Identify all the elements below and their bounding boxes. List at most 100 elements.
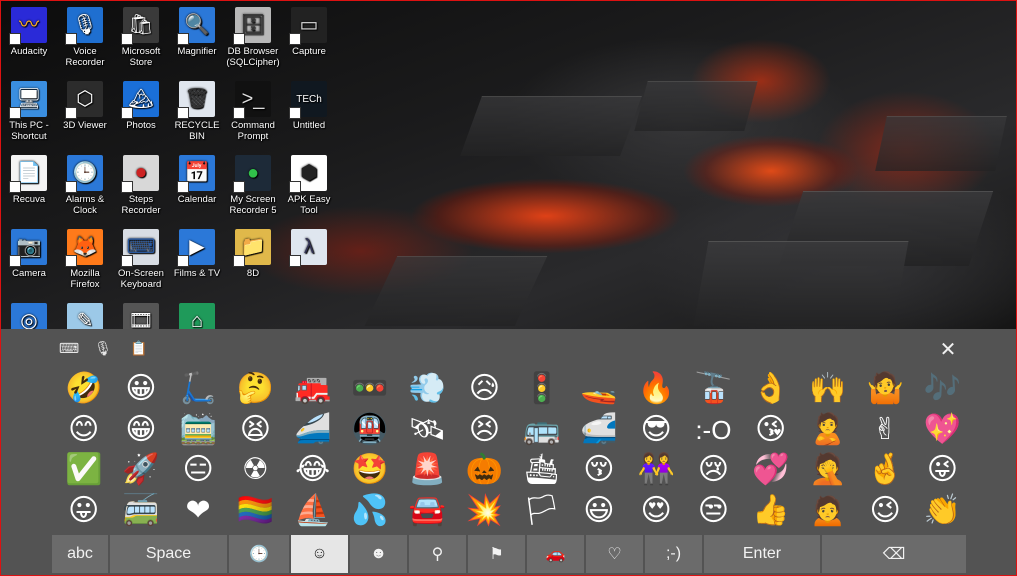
close-icon[interactable]: ✕ [936, 337, 960, 361]
emoji-button[interactable]: 🤣 [55, 369, 112, 410]
keyboard-settings-icon[interactable]: ⌨ [59, 340, 79, 358]
emoji-button[interactable]: 🙌 [799, 369, 856, 410]
emoji-button[interactable]: 🙍 [799, 491, 856, 532]
emoji-button[interactable]: ☢ [227, 450, 284, 491]
emoji-button[interactable]: 😊 [55, 410, 112, 451]
emoji-button[interactable]: 🛰 [399, 410, 456, 451]
emoji-button[interactable]: 💖 [914, 410, 971, 451]
emoji-button[interactable]: 🚇 [341, 410, 398, 451]
emoji-button[interactable]: 😜 [914, 450, 971, 491]
emoji-button[interactable]: 👌 [742, 369, 799, 410]
emoji-button[interactable]: 🛴 [170, 369, 227, 410]
places-tab[interactable]: ⚲ [409, 535, 466, 573]
desktop-icon[interactable]: ⬡ 3D Viewer [57, 81, 113, 131]
desktop-icon[interactable]: ⌨ On-Screen Keyboard [113, 229, 169, 290]
emoji-button[interactable]: 🚨 [399, 450, 456, 491]
emoji-button[interactable]: 👍 [742, 491, 799, 532]
emoji-button[interactable]: 😂 [284, 450, 341, 491]
emoji-button[interactable]: 🏳‍🌈 [227, 491, 284, 532]
emoji-button[interactable]: 🚒 [284, 369, 341, 410]
emoji-button[interactable]: 😃 [570, 491, 627, 532]
emoji-button[interactable]: 😛 [55, 491, 112, 532]
emoji-button[interactable]: 🚀 [112, 450, 169, 491]
emoji-button[interactable]: 🤞 [857, 450, 914, 491]
emoji-button[interactable]: 😎 [628, 410, 685, 451]
emoji-button[interactable]: 😒 [685, 491, 742, 532]
desktop-icon[interactable]: 📄 Recuva [1, 155, 57, 205]
emoji-button[interactable]: 💨 [399, 369, 456, 410]
emoji-button[interactable]: 👏 [914, 491, 971, 532]
backspace-key[interactable]: ⌫ [822, 535, 966, 573]
emoji-button[interactable]: 👭 [628, 450, 685, 491]
emoji-button[interactable]: 💦 [341, 491, 398, 532]
desktop-icon[interactable]: >_ Command Prompt [225, 81, 281, 142]
enter-key[interactable]: Enter [704, 535, 820, 573]
emoji-button[interactable]: ⛵ [284, 491, 341, 532]
emoji-button[interactable]: 🛳 [513, 450, 570, 491]
emoji-button[interactable]: 😢 [685, 450, 742, 491]
desktop-icon[interactable]: 🔍 Magnifier [169, 7, 225, 57]
emoji-button[interactable]: 😫 [227, 410, 284, 451]
people-tab[interactable]: ☻ [350, 535, 407, 573]
emoji-button[interactable]: 🎶 [914, 369, 971, 410]
emoji-button[interactable]: 😣 [456, 410, 513, 451]
desktop-icon[interactable]: 🦊 Mozilla Firefox [57, 229, 113, 290]
text-emoticons-tab[interactable]: ;-) [645, 535, 702, 573]
emoji-button[interactable]: ✌ [857, 410, 914, 451]
emoji-button[interactable]: 🤷 [857, 369, 914, 410]
emoji-button[interactable]: 🙎 [799, 410, 856, 451]
desktop-icon[interactable]: ▭ Capture [281, 7, 337, 57]
emoji-button[interactable]: 😘 [742, 410, 799, 451]
emoji-button[interactable]: 🚡 [685, 369, 742, 410]
emoji-button[interactable]: 🤩 [341, 450, 398, 491]
emoji-button[interactable]: 😚 [570, 450, 627, 491]
celebration-tab[interactable]: ⚑ [468, 535, 525, 573]
desktop-icon[interactable]: TECh Untitled [281, 81, 337, 131]
desktop-icon[interactable]: λ [281, 229, 337, 268]
emoji-button[interactable]: 😁 [112, 410, 169, 451]
desktop-icon[interactable]: 🎙 Voice Recorder [57, 7, 113, 68]
abc-key[interactable]: abc [52, 535, 108, 573]
emoji-button[interactable]: 🎃 [456, 450, 513, 491]
emoji-button[interactable]: 🚘 [399, 491, 456, 532]
emoji-button[interactable]: 🚞 [170, 410, 227, 451]
emoji-button[interactable]: 🚦 [513, 369, 570, 410]
desktop-icon[interactable]: ▶ Films & TV [169, 229, 225, 279]
space-key[interactable]: Space [110, 535, 227, 573]
clipboard-icon[interactable]: 📋 [129, 340, 149, 358]
emoji-button[interactable]: 💞 [742, 450, 799, 491]
hearts-tab[interactable]: ♡ [586, 535, 643, 573]
emoji-button[interactable]: 💥 [456, 491, 513, 532]
emoji-button[interactable]: 😉 [857, 491, 914, 532]
desktop-icon[interactable]: 🗑 RECYCLE BIN [169, 81, 225, 142]
emoji-button[interactable]: 🏳 [513, 491, 570, 532]
desktop-icon[interactable]: ⏺ Steps Recorder [113, 155, 169, 216]
desktop-icon[interactable]: 📁 8D [225, 229, 281, 279]
emoji-button[interactable]: 🚅 [570, 410, 627, 451]
desktop-icon[interactable]: 🏔 Photos [113, 81, 169, 131]
recent-tab[interactable]: 🕒 [229, 535, 289, 573]
emoji-button[interactable]: ✅ [55, 450, 112, 491]
emoji-button[interactable]: 🚤 [570, 369, 627, 410]
emoji-button[interactable]: 🚌 [513, 410, 570, 451]
emoji-button[interactable]: 😍 [628, 491, 685, 532]
desktop-icon[interactable]: 📷 Camera [1, 229, 57, 279]
emoji-button[interactable]: 😑 [170, 450, 227, 491]
desktop-icon[interactable]: ⬢ APK Easy Tool [281, 155, 337, 216]
desktop-icon[interactable]: 🛍 Microsoft Store [113, 7, 169, 68]
emoji-button[interactable]: 🔥 [628, 369, 685, 410]
desktop-icon[interactable]: ● My Screen Recorder 5 [225, 155, 281, 216]
emoji-button[interactable]: :-O [685, 410, 742, 451]
smileys-tab[interactable]: ☺ [291, 535, 348, 573]
emoji-button[interactable]: 🚥 [341, 369, 398, 410]
emoji-button[interactable]: 🚄 [284, 410, 341, 451]
desktop-icon[interactable]: 🕒 Alarms & Clock [57, 155, 113, 216]
emoji-button[interactable]: 🚎 [112, 491, 169, 532]
emoji-button[interactable]: 🤦 [799, 450, 856, 491]
desktop-icon[interactable]: 🖥 This PC - Shortcut [1, 81, 57, 142]
microphone-icon[interactable]: 🎙 [93, 340, 113, 358]
emoji-button[interactable]: 😀 [112, 369, 169, 410]
emoji-button[interactable]: 🤔 [227, 369, 284, 410]
desktop-icon[interactable]: 📅 Calendar [169, 155, 225, 205]
emoji-button[interactable]: ❤ [170, 491, 227, 532]
